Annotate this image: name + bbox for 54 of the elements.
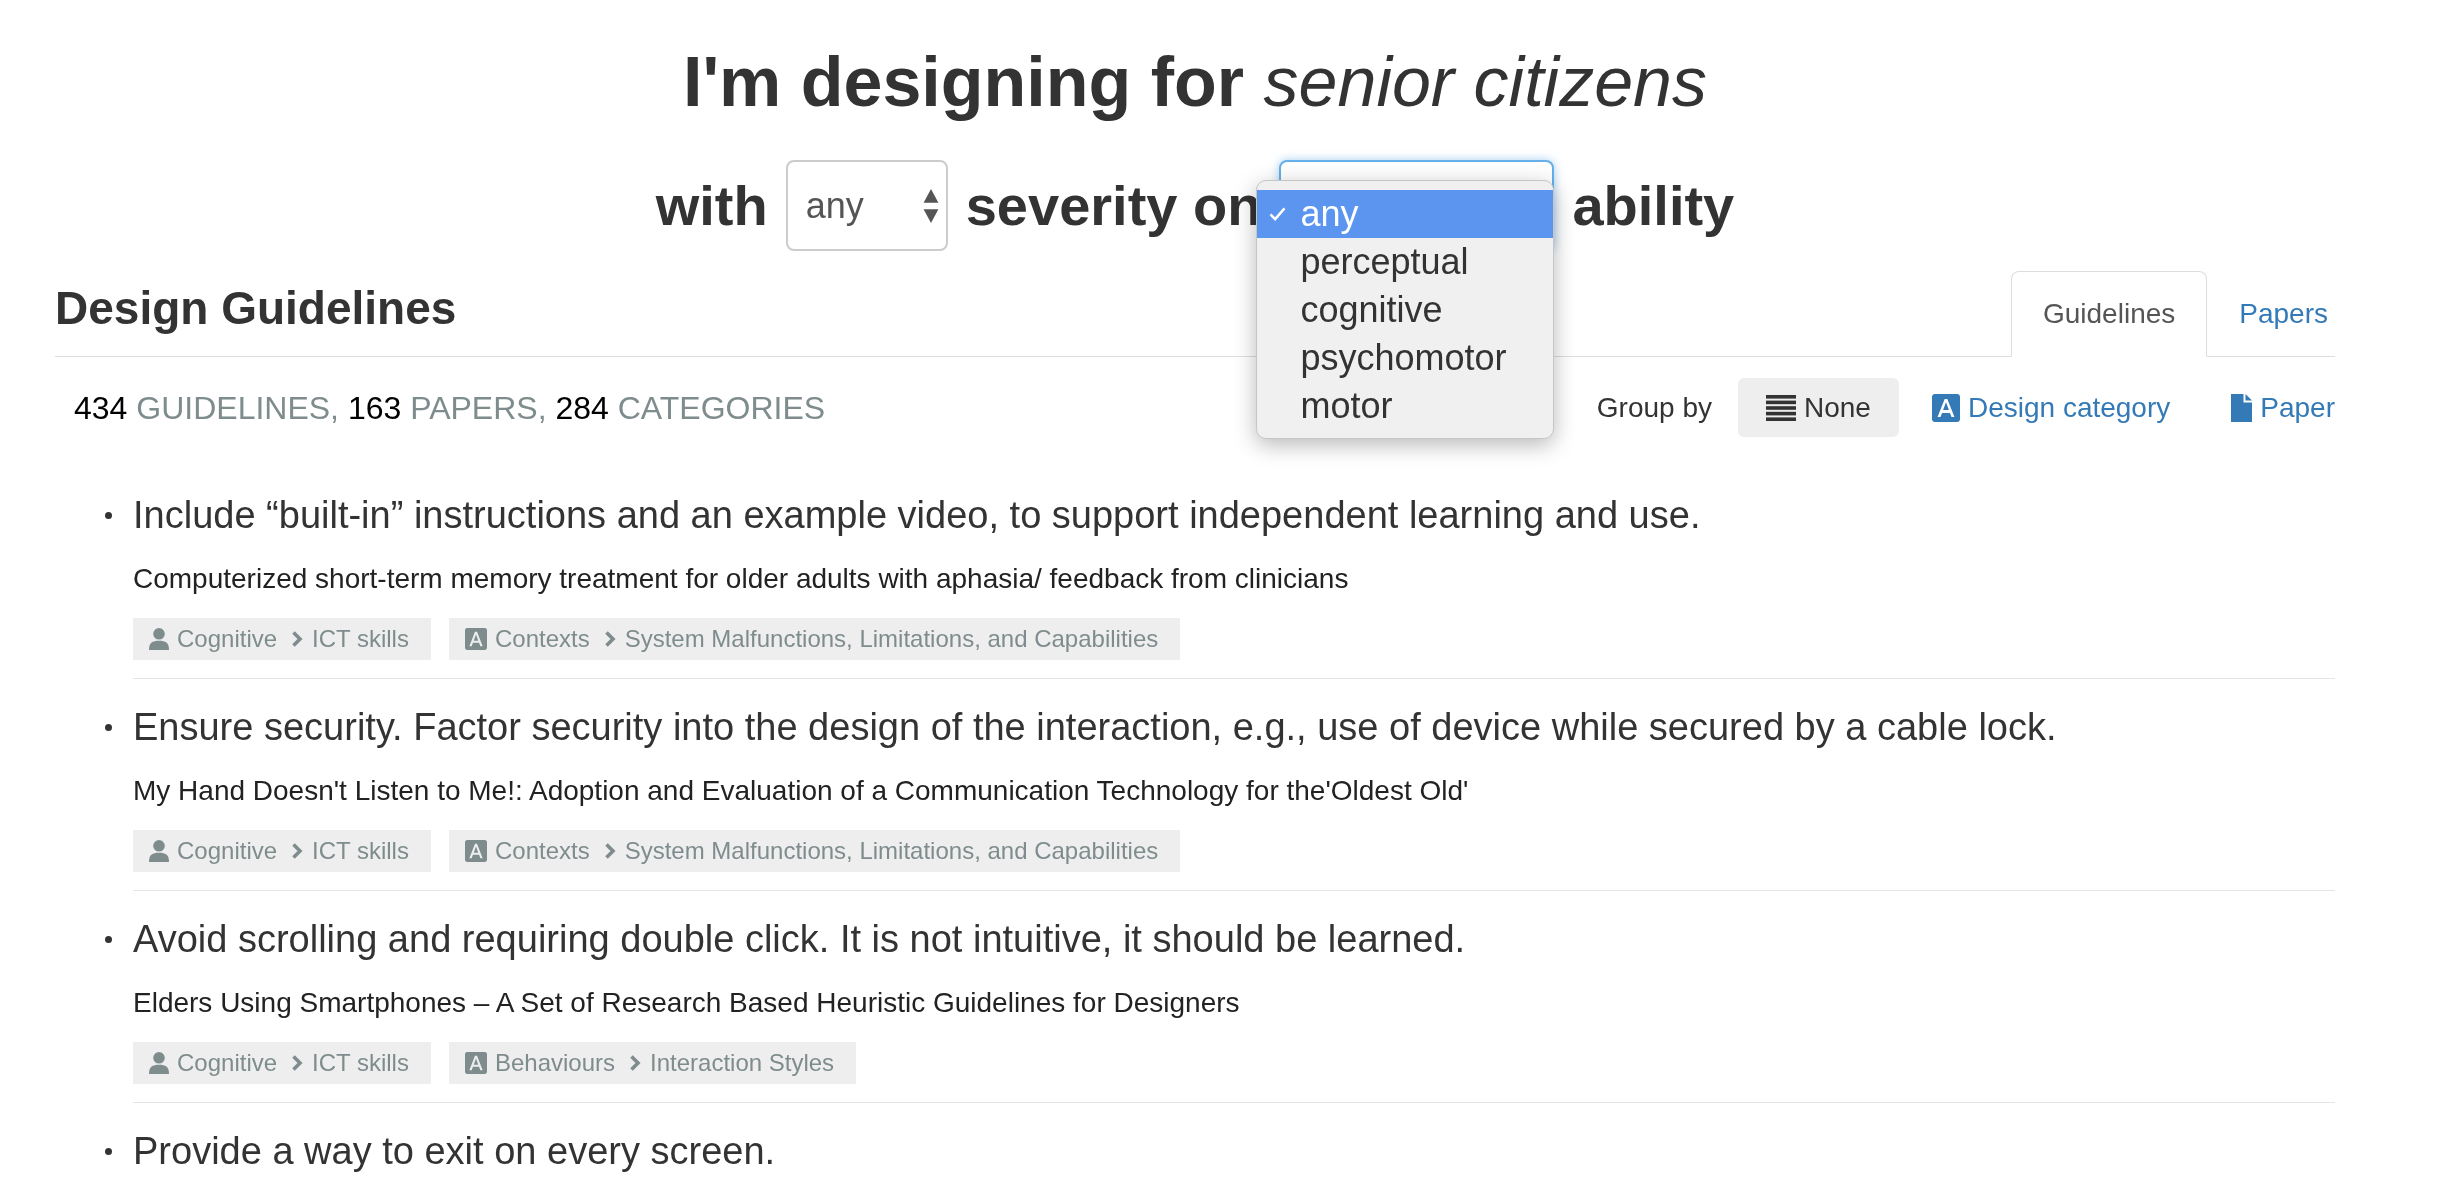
summary-counts: 434 GUIDELINES, 163 PAPERS, 284 CATEGORIES	[74, 391, 826, 424]
user-icon	[149, 628, 169, 650]
category-label: Contexts	[494, 627, 590, 651]
category-label: Cognitive	[177, 627, 278, 651]
chevron-right-icon	[291, 842, 304, 860]
severity-select[interactable]: any	[785, 160, 948, 251]
chevron-right-icon	[603, 630, 616, 648]
font-icon	[464, 628, 487, 650]
chevron-right-icon	[629, 1054, 642, 1072]
bullet-icon	[105, 723, 112, 731]
category-label: Behaviours	[494, 1051, 616, 1075]
dropdown-option[interactable]: perceptual	[1257, 238, 1554, 286]
group-by-option[interactable]: Paper	[2203, 378, 2363, 437]
dropdown-option[interactable]: cognitive	[1257, 286, 1554, 334]
dropdown-option[interactable]: motor	[1257, 382, 1554, 430]
subcategory-label: ICT skills	[312, 839, 409, 863]
guideline-text: Ensure security. Factor security into the design of the interaction, e.g., use of device while secured by a cable lock.	[133, 705, 2057, 749]
paper-title: Elders Using Smartphones – A Set of Research Based Heuristic Guidelines for Designers	[133, 987, 1240, 1019]
subcategory-label: ICT skills	[312, 1051, 409, 1075]
tab[interactable]: Guidelines	[2010, 271, 2208, 357]
bullet-icon	[105, 935, 112, 943]
chevron-right-icon	[291, 1054, 304, 1072]
guideline-text: Avoid scrolling and requiring double click. It is not intuitive, it should be learned.	[133, 917, 1466, 961]
up-down-arrows-icon	[922, 187, 939, 224]
user-icon	[149, 840, 169, 862]
filter-label: with	[655, 177, 768, 234]
file-icon	[2231, 393, 2253, 422]
bullet-icon	[105, 1147, 112, 1155]
subcategory-label: Interaction Styles	[650, 1051, 835, 1075]
subcategory-label: ICT skills	[312, 627, 409, 651]
font-icon	[464, 840, 487, 862]
font-icon	[1931, 393, 1960, 422]
chevron-right-icon	[291, 630, 304, 648]
group-by-option[interactable]: Design category	[1903, 378, 2199, 437]
subcategory-label: System Malfunctions, Limitations, and Capabilities	[624, 627, 1159, 651]
category-label: Cognitive	[177, 839, 278, 863]
font-icon	[464, 1052, 487, 1074]
guideline-text: Provide a way to exit on every screen.	[133, 1129, 776, 1173]
subcategory-label: System Malfunctions, Limitations, and Capabilities	[624, 839, 1159, 863]
page-title: I'm designing for senior citizens	[682, 42, 1708, 122]
category-label: Contexts	[494, 839, 590, 863]
bullet-icon	[105, 511, 112, 519]
paper-title: My Hand Doesn't Listen to Me!: Adoption and Evaluation of a Communication Technology for the'Oldest Old'	[133, 775, 1469, 807]
group-by-option[interactable]: None	[1738, 378, 1899, 437]
list-icon	[1766, 394, 1796, 421]
tab[interactable]: Papers	[2207, 271, 2360, 357]
paper-title: Computerized short-term memory treatment for older adults with aphasia/ feedback from clinicians	[133, 563, 1349, 595]
group-by-label: Group by	[1596, 390, 1712, 425]
check-icon	[1269, 207, 1287, 221]
guideline-text: Include “built-in” instructions and an example video, to support independent learning and use.	[133, 493, 1701, 537]
category-label: Cognitive	[177, 1051, 278, 1075]
chevron-right-icon	[603, 842, 616, 860]
user-icon	[149, 1052, 169, 1074]
dropdown-option[interactable]: psychomotor	[1257, 334, 1554, 382]
